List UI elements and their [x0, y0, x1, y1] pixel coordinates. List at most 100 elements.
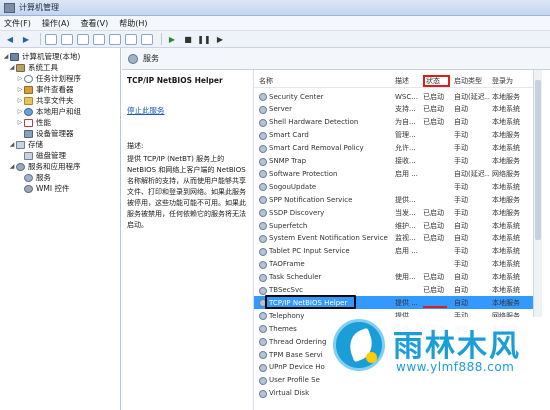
- service-gear-icon: [259, 363, 267, 372]
- description-label: 描述:: [127, 142, 144, 150]
- menu-file[interactable]: 文件(F): [4, 18, 31, 29]
- service-startup-type: 自动: [454, 118, 468, 127]
- service-row[interactable]: System Event Notification Service 监视... 已启…: [254, 232, 533, 245]
- tree-item-device-manager[interactable]: 设备管理器: [0, 128, 120, 139]
- service-gear-icon: [259, 93, 267, 101]
- service-gear-icon: [259, 273, 267, 282]
- service-description: 启用 ...: [395, 169, 418, 178]
- column-name[interactable]: 名称: [259, 76, 392, 86]
- back-arrow-icon[interactable]: ◀: [4, 34, 16, 45]
- services-header: 服务: [122, 48, 550, 70]
- service-row[interactable]: Smart Card Removal Policy 允许... 手动 本地系统: [254, 142, 533, 155]
- tree-item-label: 计算机管理(本地): [22, 52, 81, 61]
- tree-item-computer-management[interactable]: ◢ 计算机管理(本地): [0, 51, 120, 62]
- start-service-icon[interactable]: ▶: [166, 34, 178, 45]
- service-description: 启用 ...: [395, 247, 418, 256]
- service-name: TAOFrame: [269, 260, 305, 269]
- tree-item-services-and-apps[interactable]: ◢ 服务和应用程序: [0, 161, 120, 172]
- scrollbar-thumb[interactable]: [535, 80, 541, 240]
- tree-item-disk-management[interactable]: 磁盘管理: [0, 150, 120, 161]
- wmi-icon: [24, 184, 33, 193]
- service-row[interactable]: Superfetch 维护... 已启动 自动 本地系统: [254, 219, 533, 232]
- service-row[interactable]: Server 支持... 已启动 自动 本地系统: [254, 103, 533, 116]
- computer-icon: [10, 52, 19, 61]
- service-row[interactable]: Tablet PC Input Service 启用 ... 手动 本地系统: [254, 245, 533, 258]
- service-row[interactable]: TAOFrame 手动 本地系统: [254, 258, 533, 271]
- service-row[interactable]: SogouUpdate 手动 本地系统: [254, 180, 533, 193]
- service-description: 维护...: [395, 221, 416, 230]
- service-row[interactable]: Task Scheduler 使用... 已启动 自动 本地系统: [254, 271, 533, 284]
- stop-service-icon[interactable]: ■: [182, 34, 194, 45]
- console-icon[interactable]: [141, 33, 153, 45]
- service-startup-type: 自动: [454, 273, 468, 282]
- service-row[interactable]: SSDP Discovery 当发... 已启动 手动 本地服务: [254, 206, 533, 219]
- watermark: 雨林木风 www.ylmf888.com: [329, 317, 549, 410]
- forward-arrow-icon[interactable]: ▶: [20, 34, 32, 45]
- collapse-icon[interactable]: ◢: [8, 64, 16, 71]
- service-name: SSDP Discovery: [269, 208, 325, 217]
- expand-icon[interactable]: ▷: [16, 75, 24, 82]
- service-row[interactable]: TCP/IP NetBIOS Helper 提供 ... 自动 本地服务: [254, 295, 533, 310]
- export-list-icon[interactable]: [109, 33, 121, 45]
- service-row[interactable]: Shell Hardware Detection 为自... 已启动 自动 本地系统: [254, 116, 533, 129]
- column-status[interactable]: 状态: [423, 75, 450, 87]
- service-log-on-as: 本地系统: [492, 105, 520, 114]
- service-log-on-as: 本地服务: [492, 208, 520, 217]
- tree-item-storage[interactable]: ◢ 存储: [0, 139, 120, 150]
- tree-item-wmi-control[interactable]: WMI 控件: [0, 183, 120, 194]
- service-row[interactable]: Smart Card 管理... 手动 本地服务: [254, 129, 533, 142]
- tree-item-task-scheduler[interactable]: ▷ 任务计划程序: [0, 73, 120, 84]
- tree-item-shared-folders[interactable]: ▷ 共享文件夹: [0, 95, 120, 106]
- tree-item-performance[interactable]: ▷ 性能: [0, 117, 120, 128]
- help-icon[interactable]: [125, 33, 137, 45]
- up-level-icon[interactable]: [45, 33, 57, 45]
- expand-icon[interactable]: ▷: [16, 86, 24, 93]
- event-log-icon: [24, 85, 33, 94]
- service-gear-icon: [259, 144, 267, 153]
- tree-item-system-tools[interactable]: ◢ 系统工具: [0, 62, 120, 73]
- service-name: SogouUpdate: [269, 182, 317, 191]
- service-name: Smart Card: [269, 131, 309, 140]
- pause-service-icon[interactable]: ❚❚: [197, 34, 210, 45]
- computer-management-icon: [4, 2, 15, 13]
- tree-item-local-users-groups[interactable]: ▷ 本地用户和组: [0, 106, 120, 117]
- service-startup-type: 手动: [454, 182, 468, 191]
- performance-icon: [24, 118, 33, 127]
- expand-icon[interactable]: ▷: [16, 108, 24, 115]
- window-title: 计算机管理: [19, 3, 59, 12]
- column-log-on-as[interactable]: 登录为: [492, 76, 533, 86]
- tree-item-label: 磁盘管理: [36, 151, 66, 160]
- properties-icon[interactable]: [77, 33, 89, 45]
- service-status: 已启动: [423, 208, 444, 217]
- menu-action[interactable]: 操作(A): [42, 18, 70, 29]
- collapse-icon[interactable]: ◢: [2, 53, 10, 60]
- clock-icon: [24, 74, 33, 83]
- column-description[interactable]: 描述: [395, 76, 421, 86]
- service-gear-icon: [259, 376, 267, 385]
- collapse-icon[interactable]: ◢: [8, 163, 16, 170]
- service-status: 已启动: [423, 105, 444, 114]
- expand-icon[interactable]: ▷: [16, 97, 24, 104]
- service-row[interactable]: SNMP Trap 接收... 手动 本地服务: [254, 155, 533, 168]
- tree-item-services[interactable]: 服务: [0, 172, 120, 183]
- service-row[interactable]: Security Center WSC... 已启动 自动(延迟... 本地服务: [254, 90, 533, 103]
- service-log-on-as: 本地系统: [492, 273, 520, 282]
- column-startup-type[interactable]: 启动类型: [454, 76, 490, 86]
- description-pane: TCP/IP NetBIOS Helper 停止此服务 描述: 提供 TCP/I…: [122, 70, 253, 410]
- tree-item-event-viewer[interactable]: ▷ 事件查看器: [0, 84, 120, 95]
- menu-help[interactable]: 帮助(H): [119, 18, 147, 29]
- menu-view[interactable]: 查看(V): [81, 18, 109, 29]
- service-gear-icon: [259, 170, 267, 179]
- service-row[interactable]: SPP Notification Service 提供... 手动 本地服务: [254, 193, 533, 206]
- service-description: 当发...: [395, 208, 416, 217]
- service-gear-icon: [259, 338, 267, 347]
- service-name: Software Protection: [269, 169, 338, 178]
- service-name: Tablet PC Input Service: [269, 247, 350, 256]
- collapse-icon[interactable]: ◢: [8, 141, 16, 148]
- expand-icon[interactable]: ▷: [16, 119, 24, 126]
- stop-service-link[interactable]: 停止此服务: [127, 105, 249, 116]
- refresh-icon[interactable]: [93, 33, 105, 45]
- show-hide-tree-icon[interactable]: [61, 33, 73, 45]
- service-row[interactable]: Software Protection 启用 ... 自动(延迟... 网络服务: [254, 167, 533, 180]
- restart-service-icon[interactable]: ▶: [214, 34, 226, 45]
